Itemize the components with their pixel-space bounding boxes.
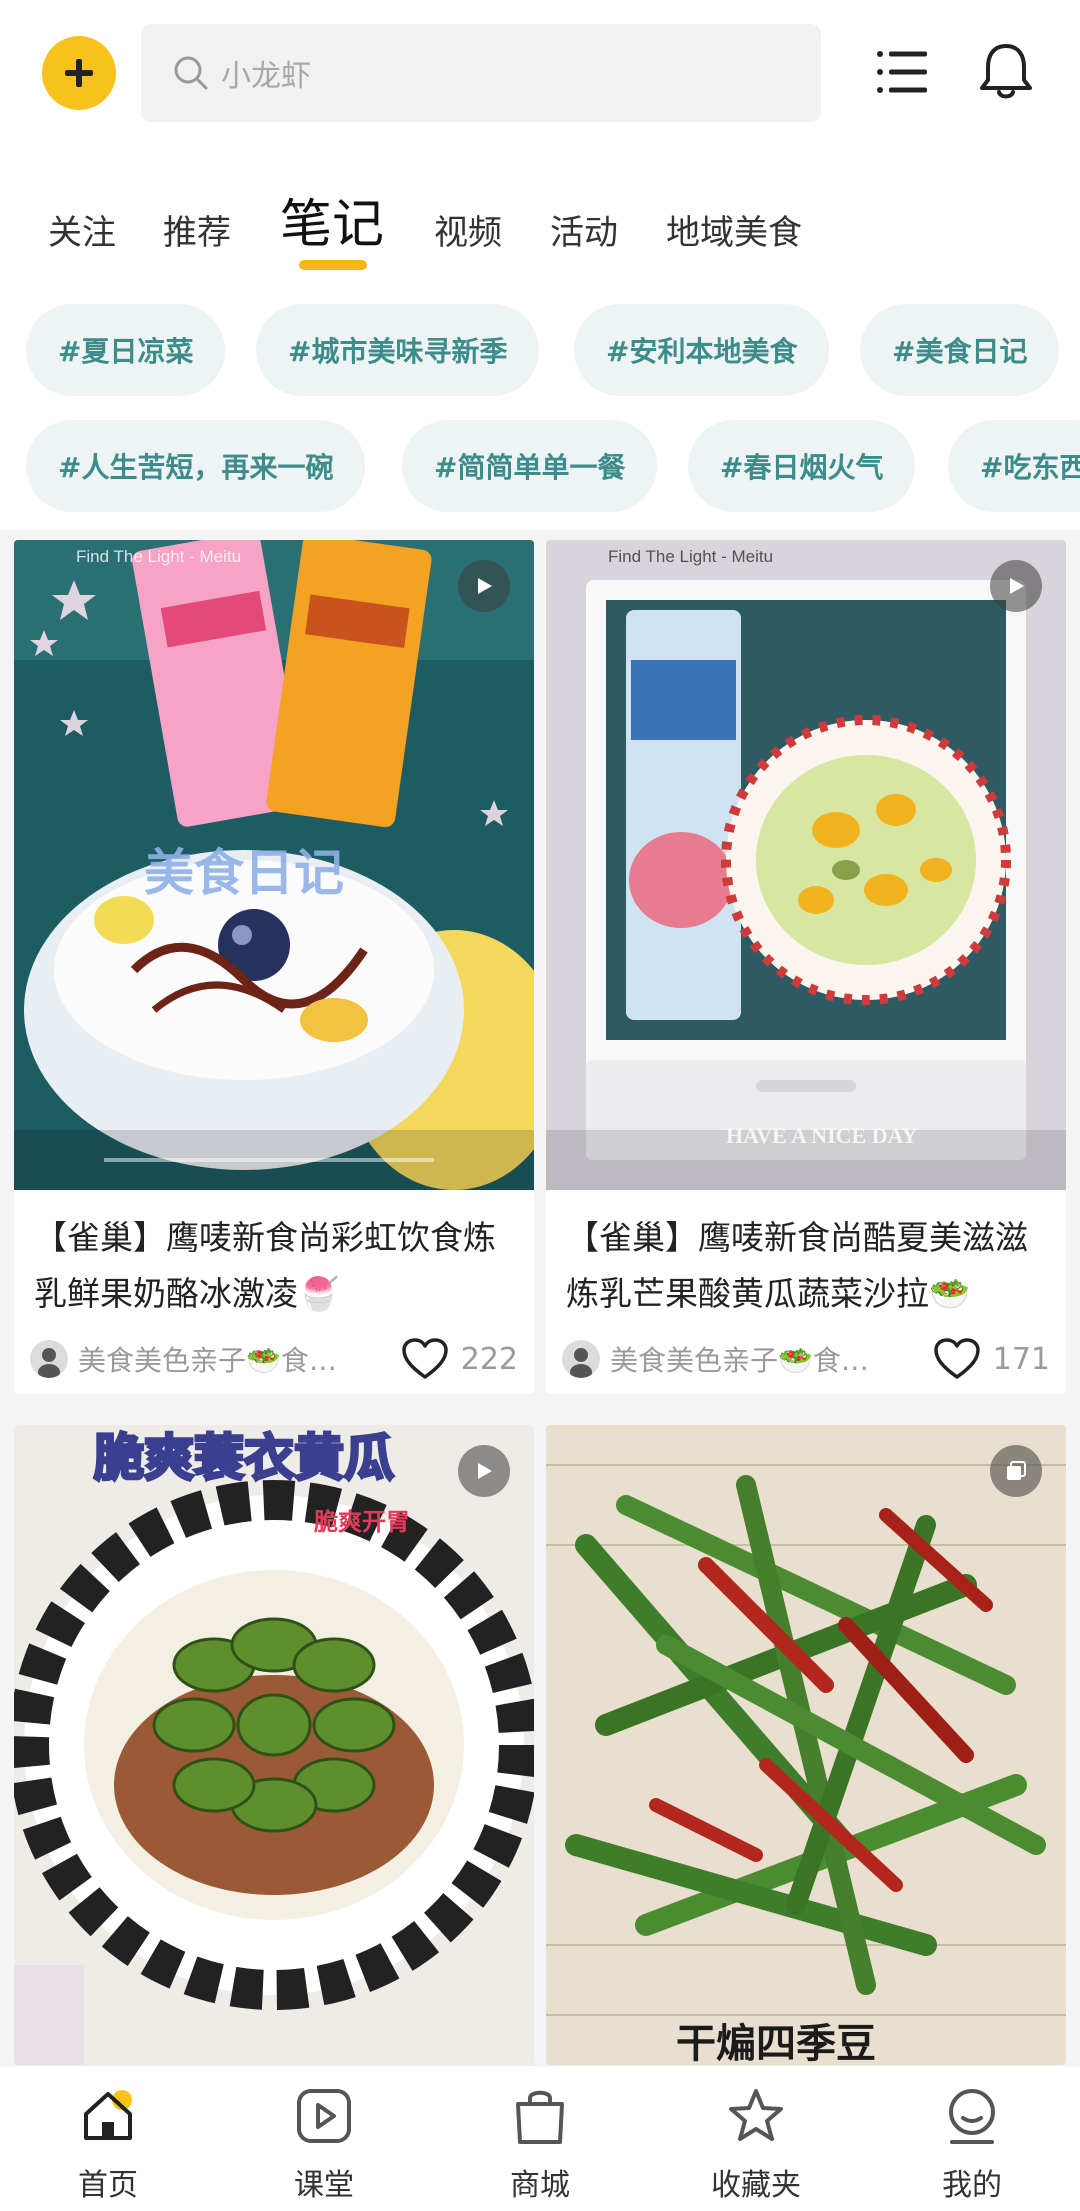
cucumber-photo: 脆爽蓑衣黄瓜 脆爽开胃 (14, 1425, 534, 2065)
note-cover-image: 干煸四季豆 (546, 1425, 1066, 2065)
note-cover-image: 美食日记 Find The Light - Meitu (14, 540, 534, 1190)
image-sub-overlay-text: 脆爽开胃 (313, 1508, 410, 1536)
topic-chip[interactable]: #简简单单一餐 (402, 420, 658, 512)
nav-label: 首页 (78, 2168, 138, 2203)
image-overlay-text: HAVE A NICE DAY (726, 1123, 917, 1148)
bottom-navigation: 首页 课堂 商城 收藏夹 我的 (0, 2065, 1080, 2211)
salad-photo: HAVE A NICE DAY Find The Light - Meitu (546, 540, 1066, 1190)
nav-label: 课堂 (294, 2168, 354, 2203)
image-watermark: Find The Light - Meitu (608, 547, 773, 566)
tab-activity[interactable]: 活动 (550, 205, 618, 254)
note-title[interactable]: 【雀巢】鹰唛新食尚彩虹饮食炼乳鲜果奶酪冰激凌🍧 (14, 1190, 534, 1324)
note-cover-image: 脆爽蓑衣黄瓜 脆爽开胃 (14, 1425, 534, 2065)
topic-chip[interactable]: #城市美味寻新季 (256, 304, 540, 396)
note-card[interactable]: HAVE A NICE DAY Find The Light - Meitu 【… (546, 540, 1066, 1394)
video-badge (990, 560, 1042, 612)
image-overlay-text: 脆爽蓑衣黄瓜 (94, 1430, 394, 1486)
topic-chip[interactable]: #春日烟火气 (688, 420, 916, 512)
tab-regional-food[interactable]: 地域美食 (666, 205, 802, 254)
search-placeholder: 小龙虾 (221, 59, 311, 94)
category-tabs: 关注 推荐 笔记 视频 活动 地域美食 (0, 140, 1080, 290)
like-button[interactable]: 222 (401, 1337, 518, 1381)
nav-label: 收藏夹 (711, 2168, 801, 2203)
green-beans-photo: 干煸四季豆 (546, 1425, 1066, 2065)
nav-classroom[interactable]: 课堂 (216, 2066, 432, 2211)
ice-cream-photo: 美食日记 Find The Light - Meitu (14, 540, 534, 1190)
search-icon (174, 56, 208, 90)
app-screen: 小龙虾 关注 推荐 笔记 视频 活动 地域美食 #夏日凉菜 #城市美味寻新季 #… (0, 0, 1080, 2211)
active-tab-indicator (299, 260, 367, 270)
topic-chip[interactable]: #美食日记 (860, 304, 1060, 396)
tab-follow[interactable]: 关注 (48, 205, 116, 254)
author-name[interactable]: 美食美色亲子🥗食… (610, 1339, 880, 1379)
profile-icon (949, 2089, 995, 2144)
shopping-bag-icon (516, 2090, 564, 2144)
video-badge (458, 1445, 510, 1497)
note-card[interactable]: 干煸四季豆 (546, 1425, 1066, 2065)
gallery-badge (990, 1445, 1042, 1497)
plus-icon (65, 59, 93, 87)
note-meta: 美食美色亲子🥗食… 222 (14, 1324, 534, 1394)
image-watermark: Find The Light - Meitu (76, 547, 241, 566)
heart-icon (401, 1338, 448, 1379)
play-icon (478, 578, 492, 594)
star-icon (729, 2089, 783, 2141)
gallery-icon (1007, 1461, 1026, 1480)
nav-label: 商城 (510, 2168, 570, 2203)
heart-icon (933, 1338, 980, 1379)
top-bar: 小龙虾 (0, 0, 1080, 140)
nav-favorites[interactable]: 收藏夹 (648, 2066, 864, 2211)
author-avatar[interactable] (562, 1340, 600, 1378)
like-count: 222 (460, 1341, 518, 1377)
like-count: 171 (992, 1341, 1050, 1377)
nav-label: 我的 (942, 2168, 1002, 2203)
menu-list-icon[interactable] (872, 42, 932, 102)
bell-icon[interactable] (975, 40, 1037, 104)
nav-mall[interactable]: 商城 (432, 2066, 648, 2211)
topic-chips: #夏日凉菜 #城市美味寻新季 #安利本地美食 #美食日记 #人生苦短，再来一碗 … (0, 290, 1080, 530)
play-icon (1010, 578, 1024, 594)
note-card[interactable]: 美食日记 Find The Light - Meitu 【雀巢】鹰唛新食尚彩虹饮… (14, 540, 534, 1394)
nav-home[interactable]: 首页 (0, 2066, 216, 2211)
video-badge (458, 560, 510, 612)
tab-notes[interactable]: 笔记 (280, 182, 384, 257)
note-card[interactable]: 脆爽蓑衣黄瓜 脆爽开胃 (14, 1425, 534, 2065)
topic-chip[interactable]: #安利本地美食 (574, 304, 830, 396)
home-icon (84, 2090, 132, 2140)
topic-chip[interactable]: #夏日凉菜 (26, 304, 226, 396)
add-button[interactable] (42, 36, 116, 110)
play-square-icon (297, 2089, 351, 2143)
author-avatar[interactable] (30, 1340, 68, 1378)
search-bar[interactable]: 小龙虾 (141, 24, 821, 122)
author-name[interactable]: 美食美色亲子🥗食… (78, 1339, 348, 1379)
tab-video[interactable]: 视频 (434, 205, 502, 254)
note-cover-image: HAVE A NICE DAY Find The Light - Meitu (546, 540, 1066, 1190)
image-overlay-text: 美食日记 (144, 845, 344, 901)
note-meta: 美食美色亲子🥗食… 171 (546, 1324, 1066, 1394)
nav-profile[interactable]: 我的 (864, 2066, 1080, 2211)
notes-feed: 美食日记 Find The Light - Meitu 【雀巢】鹰唛新食尚彩虹饮… (0, 530, 1080, 2065)
note-title[interactable]: 【雀巢】鹰唛新食尚酷夏美滋滋炼乳芒果酸黄瓜蔬菜沙拉🥗 (546, 1190, 1066, 1324)
topic-chip[interactable]: #吃东西 (948, 420, 1080, 512)
play-icon (478, 1463, 492, 1479)
tab-recommend[interactable]: 推荐 (163, 205, 231, 254)
topic-chip[interactable]: #人生苦短，再来一碗 (26, 420, 366, 512)
like-button[interactable]: 171 (933, 1337, 1050, 1381)
image-overlay-text: 干煸四季豆 (676, 2022, 876, 2065)
